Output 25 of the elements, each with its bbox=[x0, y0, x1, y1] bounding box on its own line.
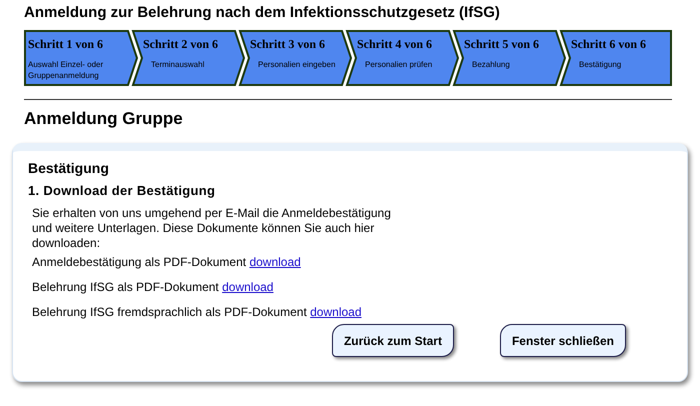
intro-text: Sie erhalten von uns umgehend per E-Mail die Anmeldebestätigung und weitere Unterlagen. Diese Dokumente können Sie auch hier downloaden: bbox=[32, 206, 392, 251]
step-description: Personalien eingeben bbox=[257, 59, 336, 70]
step-label: Schritt 3 von 6 bbox=[250, 37, 325, 52]
panel-subtitle: 1. Download der Bestätigung bbox=[28, 183, 216, 198]
step-description: Personalien prüfen bbox=[364, 59, 432, 70]
section-title: Anmeldung Gruppe bbox=[23, 108, 184, 130]
download-link[interactable]: download bbox=[222, 280, 274, 294]
step-label: Schritt 2 von 6 bbox=[143, 37, 218, 52]
page-title: Anmeldung zur Belehrung nach dem Infektionsschutzgesetz (IfSG) bbox=[23, 3, 501, 23]
step-label: Schritt 5 von 6 bbox=[464, 37, 539, 52]
panel-title: Bestätigung bbox=[28, 160, 110, 176]
step-label: Schritt 1 von 6 bbox=[28, 37, 103, 52]
step-description: Bestätigung bbox=[578, 59, 622, 70]
download-label: Anmeldebestätigung als PDF-Dokument bbox=[32, 255, 246, 269]
download-label: Belehrung IfSG fremdsprachlich als PDF-Dokument bbox=[32, 305, 307, 319]
download-label: Belehrung IfSG als PDF-Dokument bbox=[32, 280, 219, 294]
download-link[interactable]: download bbox=[249, 255, 301, 269]
step-description: Auswahl Einzel- oder Gruppenanmeldung bbox=[28, 59, 104, 81]
step-label: Schritt 6 von 6 bbox=[571, 37, 646, 52]
download-link[interactable]: download bbox=[310, 305, 362, 319]
action-button[interactable]: Fenster schließen bbox=[500, 324, 626, 357]
action-button[interactable]: Zurück zum Start bbox=[332, 324, 454, 357]
step-description: Terminauswahl bbox=[150, 59, 204, 70]
step-label: Schritt 4 von 6 bbox=[357, 37, 432, 52]
step-description: Bezahlung bbox=[471, 59, 510, 70]
